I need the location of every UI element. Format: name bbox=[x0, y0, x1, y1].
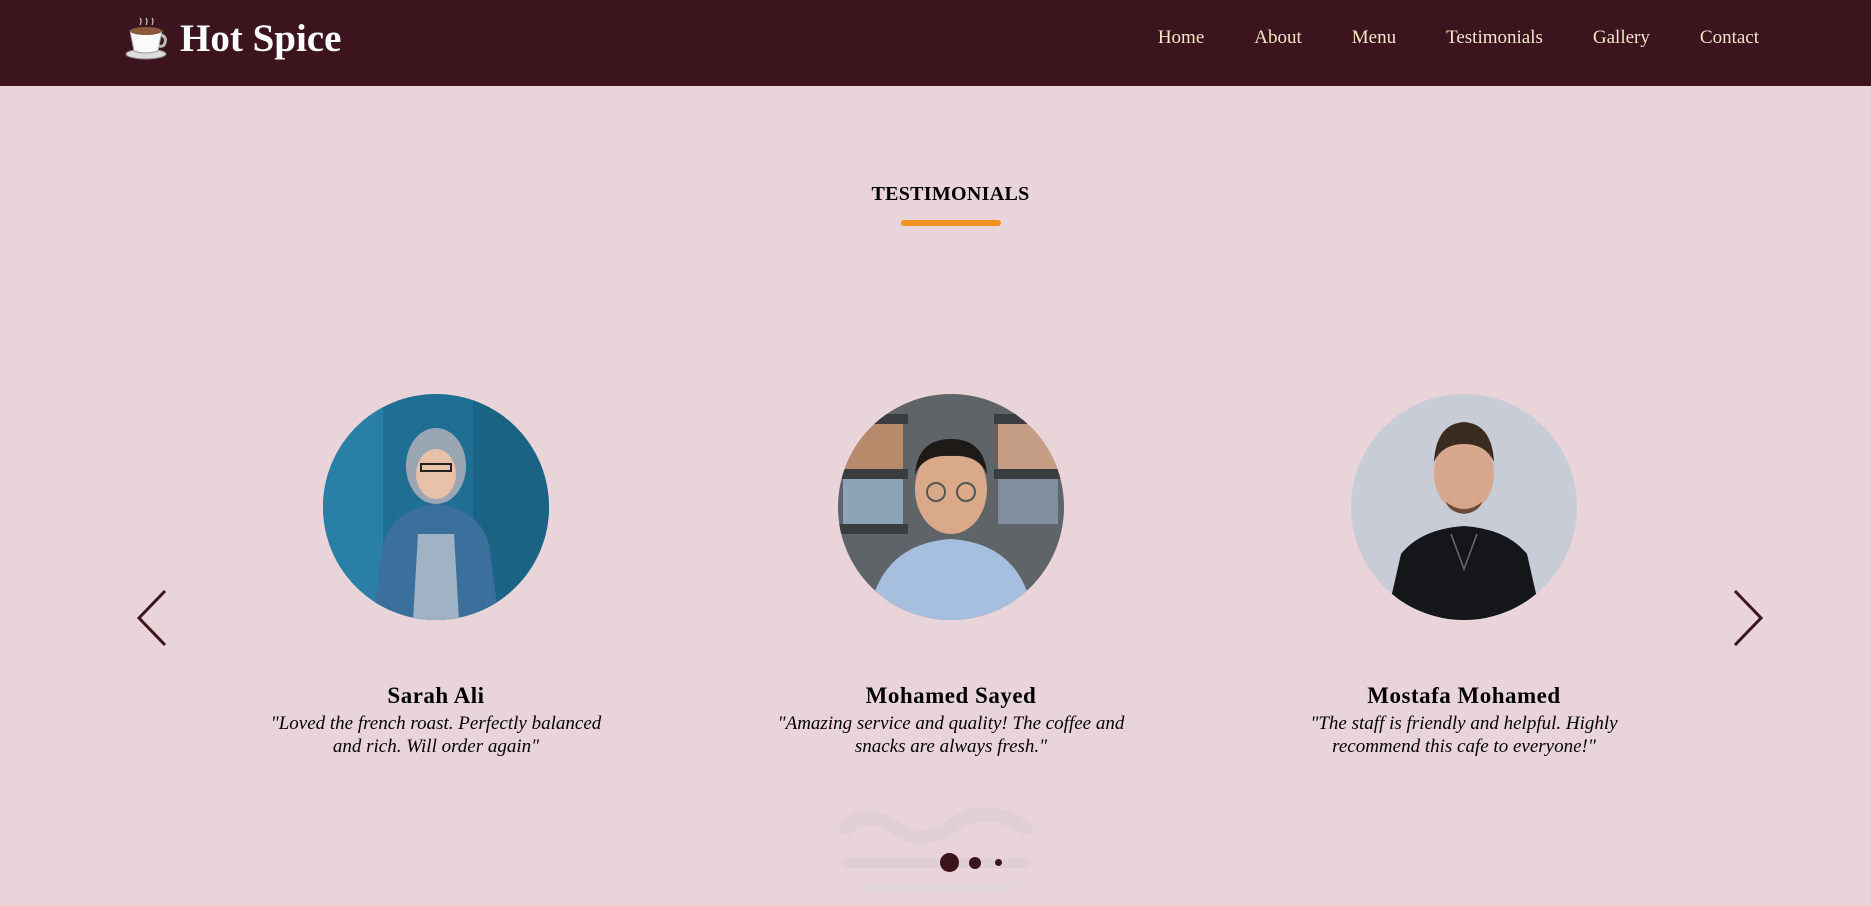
carousel-pagination bbox=[940, 853, 1002, 872]
chevron-left-icon[interactable] bbox=[135, 588, 169, 648]
carousel-dot-3[interactable] bbox=[995, 859, 1002, 866]
testimonial-name: Mohamed Sayed bbox=[865, 683, 1037, 708]
brand-name: Hot Spice bbox=[180, 17, 342, 60]
avatar bbox=[838, 394, 1064, 620]
chevron-right-icon[interactable] bbox=[1731, 588, 1765, 648]
title-underline bbox=[901, 220, 1001, 226]
nav-link-gallery[interactable]: Gallery bbox=[1593, 24, 1650, 52]
testimonial-card: Mohamed Sayed "Amazing service and quali… bbox=[751, 394, 1151, 758]
testimonial-name: Sarah Ali bbox=[387, 683, 485, 708]
navbar: Hot Spice Home About Menu Testimonials G… bbox=[0, 0, 1871, 86]
testimonial-card: Mostafa Mohamed "The staff is friendly a… bbox=[1264, 394, 1664, 758]
carousel-dot-1[interactable] bbox=[940, 853, 959, 872]
testimonial-quote: "Loved the french roast. Perfectly balan… bbox=[270, 713, 602, 757]
testimonial-card: Sarah Ali "Loved the french roast. Perfe… bbox=[236, 394, 636, 758]
coffee-cup-icon bbox=[125, 17, 167, 60]
watermark-logo bbox=[839, 807, 1033, 891]
nav-link-contact[interactable]: Contact bbox=[1700, 24, 1759, 52]
brand-logo[interactable]: Hot Spice bbox=[124, 16, 341, 62]
nav-menu: Home About Menu Testimonials Gallery Con… bbox=[1108, 24, 1759, 52]
testimonial-quote: "The staff is friendly and helpful. High… bbox=[1310, 713, 1618, 757]
nav-link-menu[interactable]: Menu bbox=[1352, 24, 1396, 52]
nav-link-testimonials[interactable]: Testimonials bbox=[1446, 24, 1543, 52]
testimonial-name: Mostafa Mohamed bbox=[1367, 683, 1561, 708]
testimonial-quote: "Amazing service and quality! The coffee… bbox=[777, 713, 1125, 757]
carousel-dot-2[interactable] bbox=[969, 856, 981, 869]
section-title: TESTIMONIALS bbox=[871, 183, 1030, 205]
avatar bbox=[323, 394, 549, 620]
nav-link-about[interactable]: About bbox=[1254, 24, 1302, 52]
avatar bbox=[1351, 394, 1577, 620]
nav-link-home[interactable]: Home bbox=[1158, 24, 1204, 52]
